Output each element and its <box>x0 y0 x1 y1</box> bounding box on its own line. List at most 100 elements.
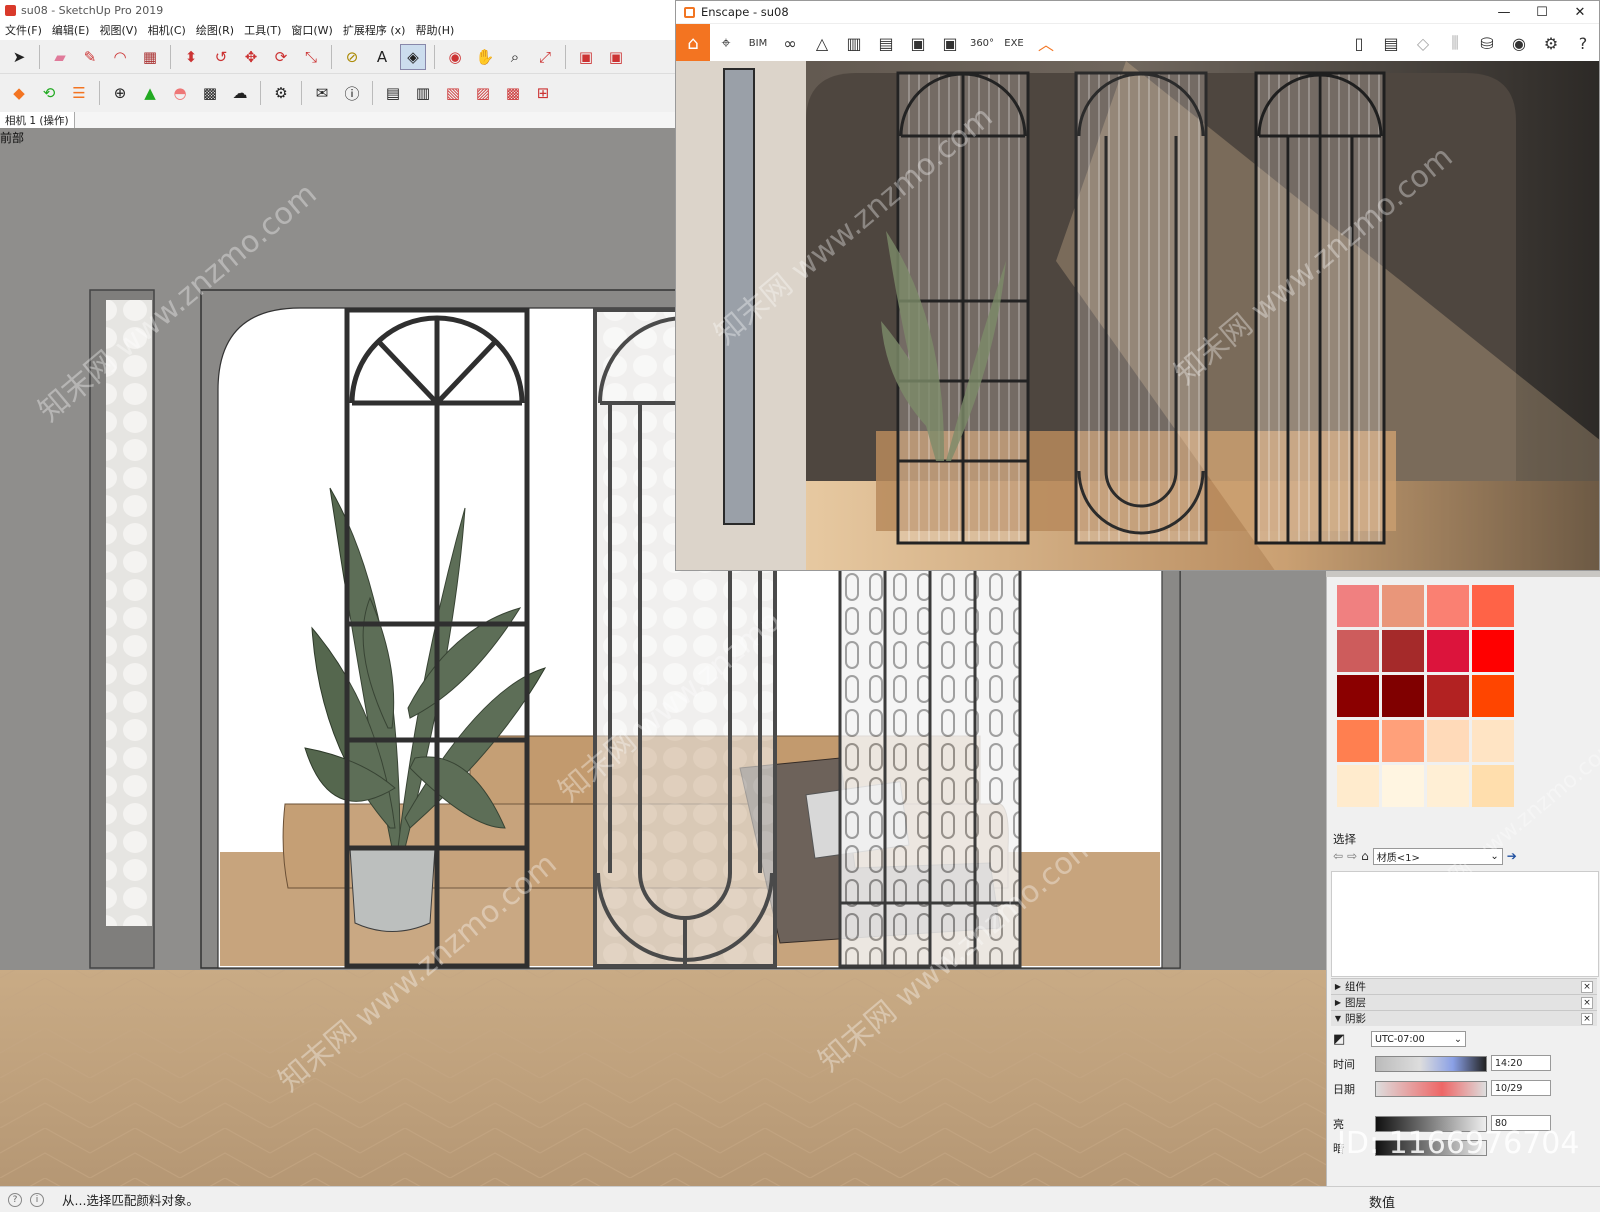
help-icon[interactable]: ? <box>1567 34 1599 53</box>
enscape-start-icon[interactable]: ◆ <box>7 81 31 105</box>
layout-icon-3[interactable]: ▧ <box>441 81 465 105</box>
export-exe-icon[interactable]: EXE <box>998 38 1030 49</box>
material-swatch[interactable] <box>1427 720 1469 762</box>
maximize-button[interactable]: ☐ <box>1523 1 1561 23</box>
time-slider[interactable] <box>1375 1056 1487 1072</box>
date-slider[interactable] <box>1375 1081 1487 1097</box>
checker-icon[interactable]: ▩ <box>198 81 222 105</box>
tray-layers[interactable]: ▶ 图层 × <box>1331 994 1597 1010</box>
upload-icon[interactable]: ☁ <box>228 81 252 105</box>
camera-icon[interactable]: △ <box>806 34 838 53</box>
add-icon[interactable]: ⊕ <box>108 81 132 105</box>
gear-icon[interactable]: ⚙ <box>1535 34 1567 53</box>
minimize-button[interactable]: — <box>1485 1 1523 23</box>
close-icon[interactable]: × <box>1581 980 1593 993</box>
asset-library-icon[interactable]: ▲ <box>138 81 162 105</box>
material-swatch[interactable] <box>1382 585 1424 627</box>
material-swatch[interactable] <box>1337 720 1379 762</box>
layout-icon-4[interactable]: ▨ <box>471 81 495 105</box>
home-icon[interactable]: ⌂ <box>676 24 710 62</box>
timezone-dropdown[interactable]: UTC-07:00 ⌄ <box>1371 1031 1466 1047</box>
select-icon[interactable]: ➤ <box>7 45 31 69</box>
sync-icon[interactable]: ⟲ <box>37 81 61 105</box>
presentation-icon[interactable]: ▤ <box>1375 34 1407 53</box>
menu-extensions[interactable]: 扩展程序 (x) <box>338 22 411 38</box>
menu-edit[interactable]: 编辑(E) <box>47 22 95 38</box>
material-swatch[interactable] <box>1427 630 1469 672</box>
back-arrow-icon[interactable]: ⇦ <box>1333 849 1343 863</box>
layout-icon-6[interactable]: ⊞ <box>531 81 555 105</box>
details-arrow-icon[interactable]: ➔ <box>1507 849 1517 863</box>
follow-me-icon[interactable]: ↺ <box>209 45 233 69</box>
material-swatch[interactable] <box>1337 585 1379 627</box>
forward-arrow-icon[interactable]: ⇨ <box>1347 849 1357 863</box>
zoom-icon[interactable]: ⌕ <box>503 45 527 69</box>
enscape-render-view[interactable]: 知末网 www.znzmo.com 知末网 www.znzmo.com <box>676 61 1599 570</box>
material-swatch[interactable] <box>1472 585 1514 627</box>
paint-bucket-icon[interactable]: ◈ <box>400 43 426 70</box>
chevron-up-icon[interactable]: ︿ <box>1030 31 1062 55</box>
rectangle-icon[interactable]: ▦ <box>138 45 162 69</box>
rotate-icon[interactable]: ⟳ <box>269 45 293 69</box>
location-pin-icon[interactable]: ⌖ <box>710 33 742 53</box>
push-pull-icon[interactable]: ⬍ <box>179 45 203 69</box>
palette-icon[interactable]: ⛁ <box>1471 34 1503 53</box>
material-swatch[interactable] <box>1427 675 1469 717</box>
move-icon[interactable]: ✥ <box>239 45 263 69</box>
binoculars-icon[interactable]: ∞ <box>774 34 806 53</box>
clapper-icon[interactable]: ▤ <box>870 34 902 53</box>
close-icon[interactable]: × <box>1581 1012 1593 1025</box>
close-icon[interactable]: × <box>1581 996 1593 1009</box>
material-swatch[interactable] <box>1382 765 1424 807</box>
pencil-icon[interactable]: ✎ <box>78 45 102 69</box>
menu-draw[interactable]: 绘图(R) <box>191 22 239 38</box>
text-icon[interactable]: A <box>370 45 394 69</box>
menu-tools[interactable]: 工具(T) <box>239 22 286 38</box>
material-editor-icon[interactable]: ◓ <box>168 81 192 105</box>
material-swatch[interactable] <box>1472 765 1514 807</box>
info-icon[interactable]: ⓘ <box>340 81 364 105</box>
screenshot-icon[interactable]: ▣ <box>902 34 934 53</box>
eye-icon[interactable]: ◉ <box>1503 34 1535 53</box>
scale-icon[interactable]: ⤡ <box>299 45 323 69</box>
orbit-icon[interactable]: ◉ <box>443 45 467 69</box>
material-library-dropdown[interactable]: 材质<1> ⌄ <box>1372 847 1503 865</box>
pan-icon[interactable]: ✋ <box>473 45 497 69</box>
date-field[interactable]: 10/29 <box>1491 1080 1551 1096</box>
extension-warehouse-icon[interactable]: ▣ <box>604 45 628 69</box>
material-swatch[interactable] <box>1337 765 1379 807</box>
panorama-360-icon[interactable]: 360° <box>966 38 998 49</box>
material-swatch[interactable] <box>1472 720 1514 762</box>
material-swatch[interactable] <box>1427 585 1469 627</box>
material-swatch[interactable] <box>1472 675 1514 717</box>
bim-icon[interactable]: BIM <box>742 38 774 49</box>
home-icon[interactable]: ⌂ <box>1361 849 1369 863</box>
sync-views-icon[interactable]: ☰ <box>67 81 91 105</box>
eraser-icon[interactable]: ▰ <box>48 45 72 69</box>
close-button[interactable]: ✕ <box>1561 1 1599 23</box>
layout-icon-5[interactable]: ▩ <box>501 81 525 105</box>
material-swatch[interactable] <box>1337 630 1379 672</box>
menu-camera[interactable]: 相机(C) <box>143 22 191 38</box>
material-list-area[interactable] <box>1331 871 1599 977</box>
scene-tab-camera-1[interactable]: 相机 1 (操作) <box>0 112 75 129</box>
shadow-toggle-icon[interactable]: ◩ <box>1333 1032 1345 1047</box>
tape-measure-icon[interactable]: ⊘ <box>340 45 364 69</box>
material-swatch[interactable] <box>1382 720 1424 762</box>
arc-icon[interactable]: ◠ <box>108 45 132 69</box>
layout-icon-1[interactable]: ▤ <box>381 81 405 105</box>
menu-view[interactable]: 视图(V) <box>94 22 142 38</box>
material-swatch[interactable] <box>1382 630 1424 672</box>
feedback-mail-icon[interactable]: ✉ <box>310 81 334 105</box>
columns-icon[interactable]: ⫼ <box>1439 33 1471 53</box>
geo-location-icon[interactable]: ? <box>8 1192 22 1207</box>
zoom-extents-icon[interactable]: ⤢ <box>533 45 557 69</box>
material-swatch[interactable] <box>1472 630 1514 672</box>
menu-window[interactable]: 窗口(W) <box>286 22 337 38</box>
warehouse-icon[interactable]: ▣ <box>574 45 598 69</box>
material-swatch[interactable] <box>1382 675 1424 717</box>
tray-components[interactable]: ▶ 组件 × <box>1331 978 1597 994</box>
menu-help[interactable]: 帮助(H) <box>410 22 459 38</box>
info-icon[interactable]: i <box>30 1192 44 1207</box>
batch-render-icon[interactable]: ▣ <box>934 34 966 53</box>
